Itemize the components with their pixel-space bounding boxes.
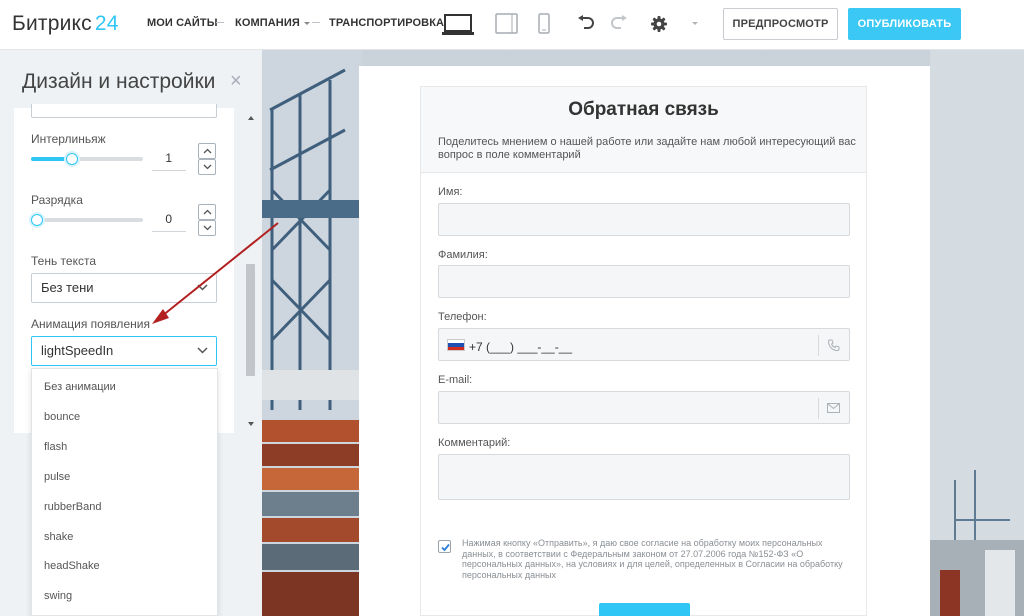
annotation-arrow [152,222,279,324]
